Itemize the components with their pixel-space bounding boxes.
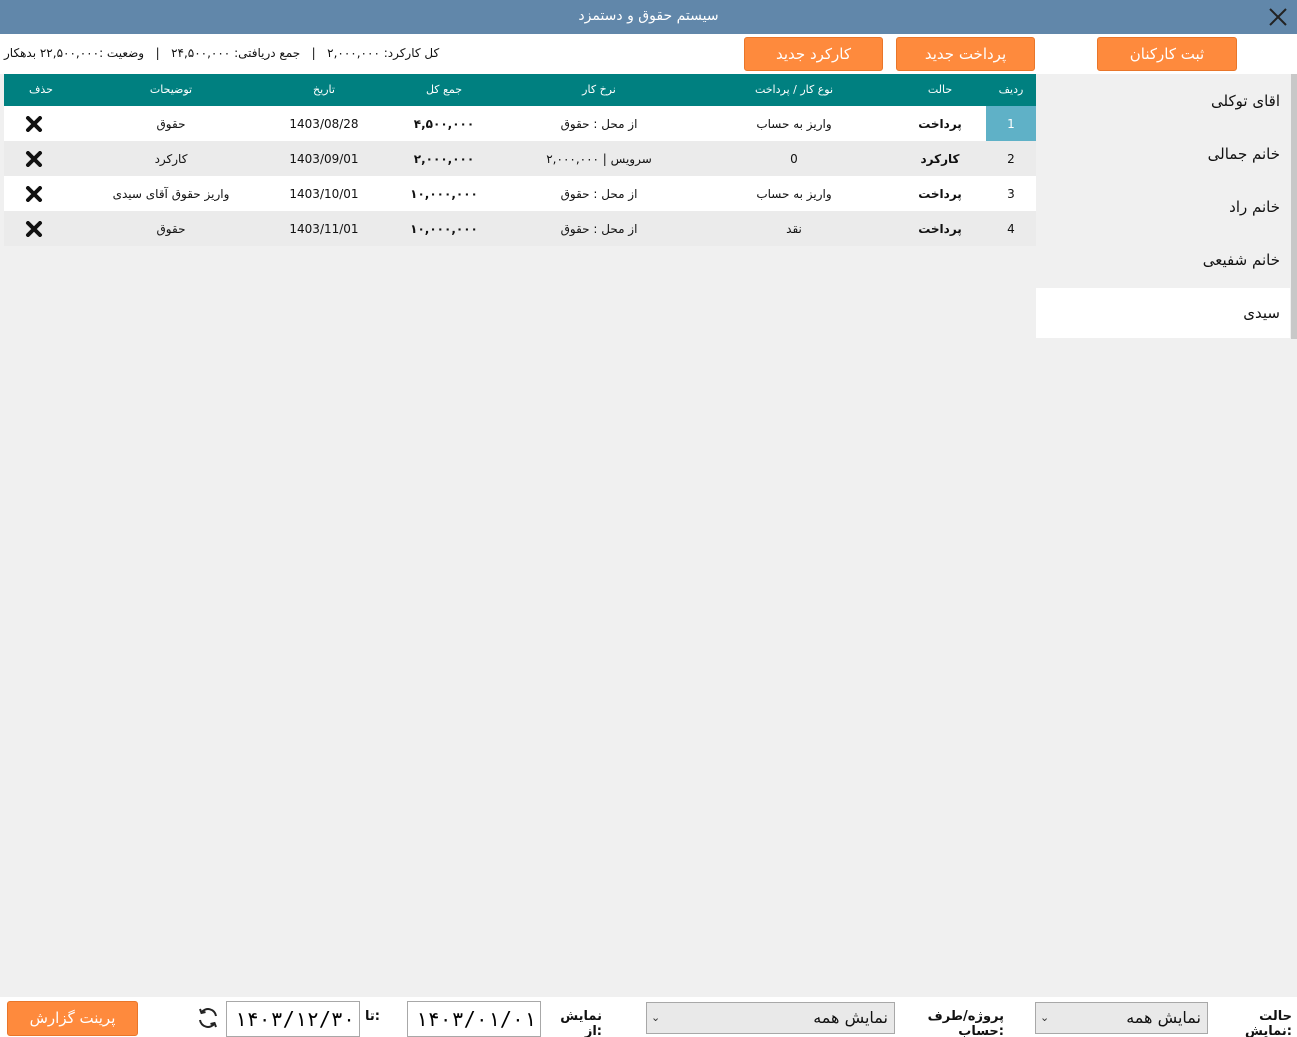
row-notes: واریز حقوق آقای سیدی — [112, 186, 230, 201]
row-type: نقد — [786, 221, 802, 236]
employee-list: اقای توکلی خانم جمالی خانم راد خانم شفیع… — [1036, 74, 1297, 997]
project-value: نمایش همه — [813, 1008, 888, 1027]
header-status: حالت — [927, 82, 953, 96]
delete-icon[interactable] — [4, 176, 64, 211]
row-status: پرداخت — [918, 116, 962, 131]
date-to-label: تا: — [365, 1009, 380, 1024]
table-row[interactable]: 2 کارکرد 0 سرویس | ۲,۰۰۰,۰۰۰ ۲,۰۰۰,۰۰۰ 1… — [4, 141, 1036, 176]
delete-icon[interactable] — [4, 106, 64, 141]
new-work-button[interactable]: کارکرد جدید — [744, 37, 883, 71]
summary-separator: | — [311, 46, 316, 60]
header-delete: حذف — [29, 82, 53, 96]
chevron-down-icon: ⌄ — [651, 1011, 661, 1024]
row-total: ۴,۵۰۰,۰۰۰ — [413, 116, 475, 131]
row-status: پرداخت — [918, 186, 962, 201]
date-to-input[interactable]: ۱۴۰۳/۱۲/۳۰ — [226, 1001, 360, 1037]
header-total: جمع کل — [425, 82, 463, 96]
row-notes: حقوق — [156, 221, 186, 236]
title-bar: سیستم حقوق و دستمزد — [0, 0, 1297, 34]
row-type: واریز به حساب — [756, 116, 832, 131]
project-label: پروژه/طرف حساب: — [927, 1009, 1004, 1037]
employee-item-selected[interactable]: سیدی — [1036, 288, 1290, 338]
status-text: وضعیت :۲۲,۵۰۰,۰۰۰ بدهکار — [4, 46, 145, 60]
date-from-label: نمایش از: — [560, 1009, 602, 1037]
employee-item[interactable]: خانم شفیعی — [1036, 235, 1290, 285]
account-summary: کل کارکرد: ۲,۰۰۰,۰۰۰ | جمع دریافتی: ۲۴,۵… — [4, 46, 744, 60]
view-mode-value: نمایش همه — [1126, 1008, 1201, 1027]
row-rate: سرویس | ۲,۰۰۰,۰۰۰ — [546, 151, 652, 166]
transactions-table: ردیف حالت نوع کار / پرداخت نرخ کار جمع ک… — [4, 74, 1036, 246]
header-row-number: ردیف — [998, 82, 1024, 96]
row-date: 1403/09/01 — [289, 151, 359, 166]
delete-icon[interactable] — [4, 141, 64, 176]
filter-bar: حالت نمایش: ⌄ نمایش همه پروژه/طرف حساب: … — [0, 997, 1297, 1037]
row-rate: از محل : حقوق — [560, 221, 638, 236]
row-number: 4 — [1007, 221, 1015, 236]
employee-item[interactable]: خانم راد — [1036, 182, 1290, 232]
row-status: کارکرد — [920, 151, 960, 166]
row-type: 0 — [790, 151, 798, 166]
row-notes: کارکرد — [154, 151, 188, 166]
delete-icon[interactable] — [4, 211, 64, 246]
employee-item[interactable]: خانم جمالی — [1036, 129, 1290, 179]
register-staff-button[interactable]: ثبت کارکنان — [1097, 37, 1237, 71]
row-total: ۱۰,۰۰۰,۰۰۰ — [410, 186, 478, 201]
employee-item[interactable]: اقای توکلی — [1036, 76, 1290, 126]
row-number: 1 — [986, 106, 1036, 141]
header-date: تاریخ — [313, 82, 335, 96]
refresh-icon[interactable] — [196, 1006, 220, 1030]
table-row[interactable]: 3 پرداخت واریز به حساب از محل : حقوق ۱۰,… — [4, 176, 1036, 211]
print-report-button[interactable]: پرینت گزارش — [7, 1001, 138, 1036]
header-type: نوع کار / پرداخت — [754, 82, 834, 96]
window-title: سیستم حقوق و دستمزد — [578, 8, 719, 24]
new-payment-button[interactable]: پرداخت جدید — [896, 37, 1035, 71]
header-notes: توضیحات — [149, 82, 193, 96]
table-row[interactable]: 4 پرداخت نقد از محل : حقوق ۱۰,۰۰۰,۰۰۰ 14… — [4, 211, 1036, 246]
header-rate: نرخ کار — [582, 82, 616, 96]
chevron-down-icon: ⌄ — [1040, 1011, 1050, 1024]
row-status: پرداخت — [918, 221, 962, 236]
row-total: ۱۰,۰۰۰,۰۰۰ — [410, 221, 478, 236]
row-date: 1403/10/01 — [289, 186, 359, 201]
view-mode-label: حالت نمایش: — [1245, 1009, 1292, 1037]
row-number: 2 — [1007, 151, 1015, 166]
row-type: واریز به حساب — [756, 186, 832, 201]
total-work-text: کل کارکرد: ۲,۰۰۰,۰۰۰ — [327, 46, 440, 60]
row-notes: حقوق — [156, 116, 186, 131]
row-number: 3 — [1007, 186, 1015, 201]
row-total: ۲,۰۰۰,۰۰۰ — [413, 151, 475, 166]
table-header: ردیف حالت نوع کار / پرداخت نرخ کار جمع ک… — [4, 74, 1036, 106]
app-window: سیستم حقوق و دستمزد کل کارکرد: ۲,۰۰۰,۰۰۰… — [0, 0, 1297, 1037]
view-mode-select[interactable]: ⌄ نمایش همه — [1035, 1002, 1208, 1034]
list-scrollbar[interactable] — [1291, 74, 1297, 339]
summary-separator: | — [155, 46, 160, 60]
row-rate: از محل : حقوق — [560, 116, 638, 131]
close-icon[interactable] — [1267, 4, 1289, 28]
row-rate: از محل : حقوق — [560, 186, 638, 201]
table-row[interactable]: 1 پرداخت واریز به حساب از محل : حقوق ۴,۵… — [4, 106, 1036, 141]
total-received-text: جمع دریافتی: ۲۴,۵۰۰,۰۰۰ — [171, 46, 301, 60]
date-from-input[interactable]: ۱۴۰۳/۰۱/۰۱ — [407, 1001, 541, 1037]
project-select[interactable]: ⌄ نمایش همه — [646, 1002, 895, 1034]
row-date: 1403/11/01 — [289, 221, 359, 236]
top-toolbar: کل کارکرد: ۲,۰۰۰,۰۰۰ | جمع دریافتی: ۲۴,۵… — [0, 34, 1297, 74]
row-date: 1403/08/28 — [289, 116, 359, 131]
